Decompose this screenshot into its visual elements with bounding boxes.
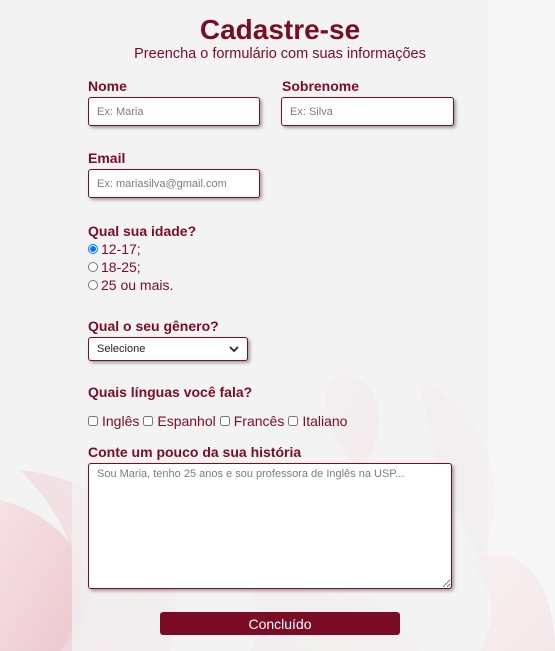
language-checkbox-espanhol[interactable]: [143, 416, 154, 426]
email-label: Email: [88, 150, 126, 166]
page-title: Cadastre-se: [199, 14, 361, 45]
age-radio-18-25[interactable]: [88, 262, 98, 272]
age-radio-12-17[interactable]: [88, 244, 98, 254]
age-option-label: 25 ou mais.: [101, 277, 174, 293]
last-name-label: Sobrenome: [282, 78, 360, 94]
story-label: Conte um pouco da sua história: [88, 444, 302, 460]
language-option[interactable]: Espanhol: [143, 413, 216, 429]
first-name-label: Nome: [88, 78, 127, 94]
age-question-label: Qual sua idade?: [88, 223, 197, 239]
languages-question-label: Quais línguas você fala?: [88, 384, 253, 400]
gender-select[interactable]: Selecione: [88, 337, 248, 361]
language-option[interactable]: Inglês: [88, 413, 139, 429]
age-option[interactable]: 12-17;: [88, 240, 173, 258]
language-option[interactable]: Italiano: [288, 413, 347, 429]
page-subtitle: Preencha o formulário com suas informaçõ…: [134, 46, 426, 62]
email-field[interactable]: [88, 169, 260, 198]
languages-checkbox-group: Inglês Espanhol Francês Italiano: [88, 413, 351, 429]
age-radio-group: 12-17; 18-25; 25 ou mais.: [88, 240, 173, 294]
language-option[interactable]: Francês: [219, 413, 285, 429]
last-name-field[interactable]: [281, 97, 454, 126]
story-textarea[interactable]: [88, 463, 452, 589]
gender-question-label: Qual o seu gênero?: [88, 318, 219, 334]
submit-button[interactable]: Concluído: [160, 612, 400, 635]
language-option-label: Inglês: [102, 413, 140, 429]
first-name-field[interactable]: [88, 97, 260, 126]
page-margin: [488, 0, 555, 651]
chevron-down-icon: [229, 342, 239, 356]
age-option[interactable]: 25 ou mais.: [88, 276, 173, 294]
language-option-label: Italiano: [302, 413, 348, 429]
age-option[interactable]: 18-25;: [88, 258, 173, 276]
age-option-label: 12-17;: [101, 241, 141, 257]
language-checkbox-italiano[interactable]: [288, 416, 299, 426]
age-radio-25-plus[interactable]: [88, 280, 98, 290]
age-option-label: 18-25;: [101, 259, 141, 275]
language-option-label: Francês: [233, 413, 285, 429]
language-option-label: Espanhol: [157, 413, 216, 429]
language-checkbox-frances[interactable]: [219, 416, 230, 426]
language-checkbox-ingles[interactable]: [88, 416, 98, 426]
gender-select-value: Selecione: [97, 343, 146, 355]
